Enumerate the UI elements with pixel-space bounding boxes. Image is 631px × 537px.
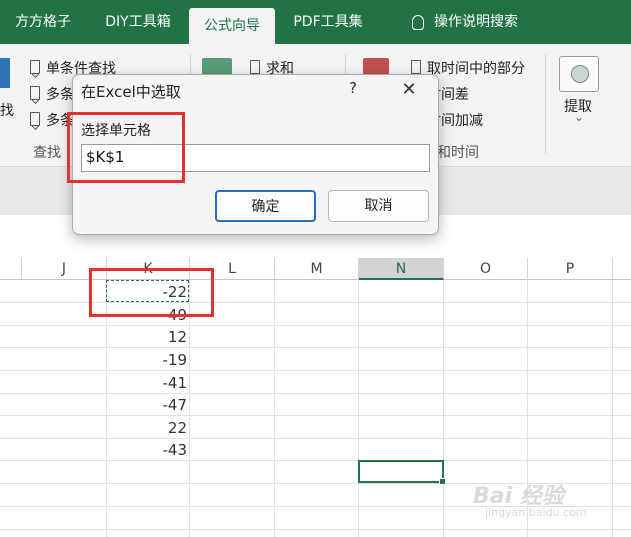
tab-formula-wizard[interactable]: 公式向导 [189,8,275,44]
column-header-o[interactable]: O [444,258,528,280]
ribbon-separator [545,54,546,154]
grid-line [0,370,631,371]
tab-search-help[interactable]: 操作说明搜索 [395,0,535,44]
cell-k5[interactable]: -41 [107,372,188,394]
grid-line [0,347,631,348]
bookmark-icon [30,86,40,100]
tab-diy-toolbox[interactable]: DIY工具箱 [92,0,184,44]
multi-condition-lookup-button[interactable]: 多条 [46,84,74,104]
cell-k7[interactable]: 22 [107,417,187,439]
column-header-partial [0,258,22,280]
bookmark-icon [30,60,40,74]
bookmark-icon [411,60,421,74]
column-header-partial [613,258,631,280]
baidu-jingyan-watermark: Bai 经验 jingyan.baidu.com [473,478,587,519]
lookup-group-label: 查找 [33,145,61,161]
tab-search-help-label: 操作说明搜索 [434,14,518,30]
grid-line [612,280,613,537]
grid-line [0,438,631,439]
highlight-frame-dialog [67,112,185,183]
column-header-m[interactable]: M [275,258,359,280]
bookmark-icon [250,60,260,74]
bookmark-icon [30,112,40,126]
extract-time-part-button[interactable]: 取时间中的部分 [427,58,525,78]
column-header-n[interactable]: N [359,258,444,280]
ribbon-tab-bar: 方方格子 DIY工具箱 公式向导 PDF工具集 操作说明搜索 [0,0,631,44]
cancel-button[interactable]: 取消 [328,190,429,222]
grid-line [0,325,631,326]
ok-button[interactable]: 确定 [215,190,316,222]
chevron-down-icon[interactable]: ⌄ [574,110,584,124]
tab-pdf-tools[interactable]: PDF工具集 [282,0,374,44]
lookup-icon [0,58,10,88]
grid-line [0,460,631,461]
dialog-title: 在Excel中选取 [81,83,181,101]
grid-line [0,393,631,394]
highlight-frame-cell [89,268,214,317]
column-header-p[interactable]: P [528,258,613,280]
cell-k4[interactable]: -19 [107,349,188,371]
lightbulb-icon [412,14,424,30]
grid-line [0,415,631,416]
grid-line [274,280,275,537]
cell-k3[interactable]: 12 [107,326,187,348]
grid-line [0,529,631,530]
lookup-fragment-label: 找 [0,103,14,119]
active-cell-selection[interactable] [358,460,446,485]
tab-fangfang-gezi[interactable]: 方方格子 [0,0,86,44]
watermark-url: jingyan.baidu.com [485,506,587,519]
grid-line [443,280,444,537]
cell-k6[interactable]: -47 [107,394,188,416]
extract-icon[interactable] [559,56,599,92]
close-icon[interactable]: ✕ [398,79,420,101]
cell-k8[interactable]: -43 [107,439,188,461]
date-time-group-label: 和时间 [437,145,479,161]
help-icon[interactable]: ? [343,79,363,101]
grid-line [189,280,190,537]
grid-line [358,280,359,537]
